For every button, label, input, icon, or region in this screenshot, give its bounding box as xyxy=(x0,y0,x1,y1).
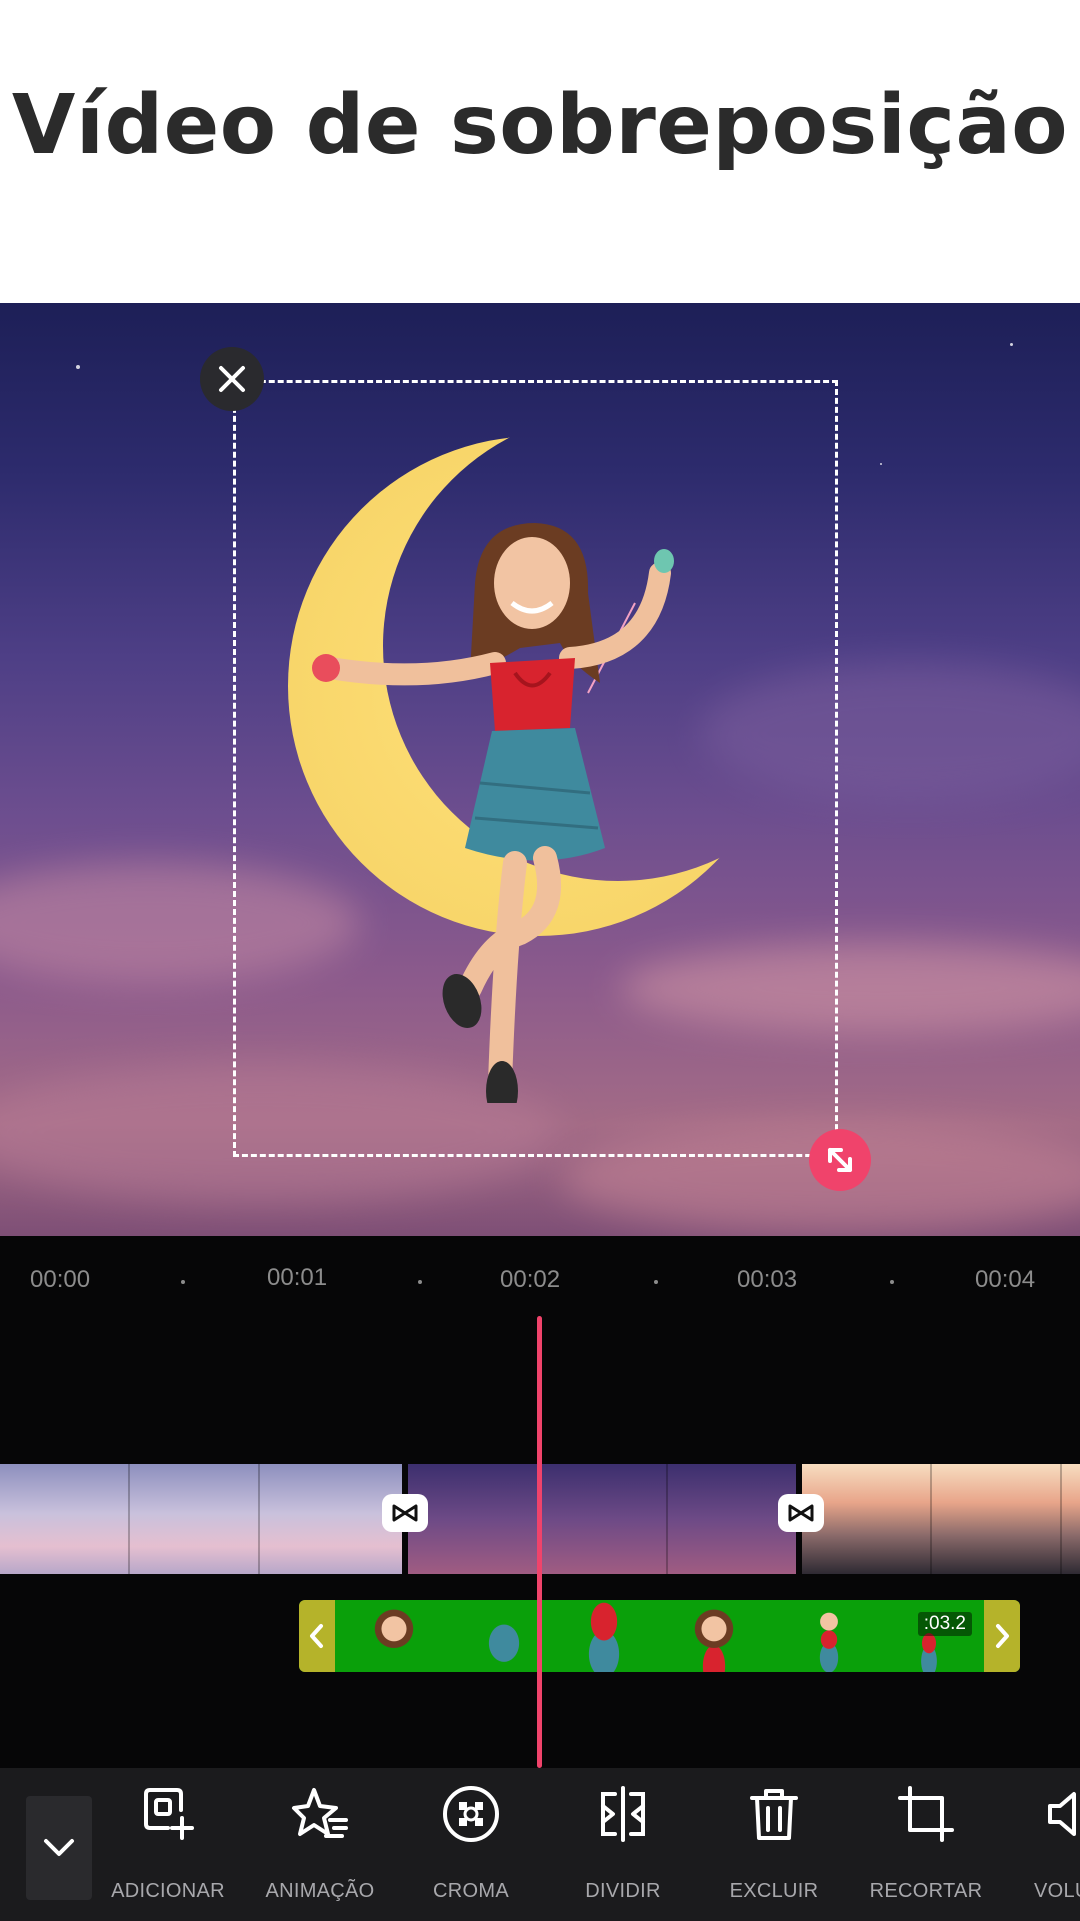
tick-dot xyxy=(654,1280,658,1284)
star xyxy=(76,365,80,369)
overlay-selection-box[interactable] xyxy=(233,380,838,1157)
header: Vídeo de sobreposição xyxy=(0,0,1080,303)
chroma-button[interactable]: CROMA xyxy=(401,1784,541,1914)
frame-divider xyxy=(258,1464,260,1574)
animation-button[interactable]: ANIMAÇÃO xyxy=(250,1784,390,1914)
frame-divider xyxy=(128,1464,130,1574)
split-icon xyxy=(601,1786,645,1842)
tool-label: DIVIDIR xyxy=(585,1880,661,1902)
resize-handle-button[interactable] xyxy=(809,1129,871,1191)
add-overlay-icon xyxy=(144,1788,194,1840)
transition-button[interactable] xyxy=(778,1494,824,1532)
frame-divider xyxy=(930,1464,932,1574)
trim-handle-left[interactable] xyxy=(299,1600,335,1672)
video-clip-sunset[interactable] xyxy=(802,1464,1080,1574)
bottom-toolbar: ADICIONAR ANIMAÇÃO CROMA DIVIDIR EXCLUIR… xyxy=(0,1768,1080,1921)
overlay-video-track[interactable]: :03.2 xyxy=(299,1600,1020,1672)
frame-divider xyxy=(1060,1464,1062,1574)
bowtie-transition-icon xyxy=(392,1504,418,1522)
overlay-thumbnail xyxy=(679,1600,749,1672)
volume-icon xyxy=(1048,1792,1076,1836)
timeline[interactable]: 00:00 00:01 00:02 00:03 00:04:03.2 xyxy=(0,1236,1080,1768)
tool-label: ADICIONAR xyxy=(111,1880,225,1902)
star xyxy=(880,463,882,465)
chroma-icon xyxy=(443,1786,499,1842)
tick-dot xyxy=(181,1280,185,1284)
tool-label: CROMA xyxy=(433,1880,509,1902)
video-preview[interactable] xyxy=(0,303,1080,1236)
crop-icon xyxy=(898,1786,954,1842)
remove-overlay-button[interactable] xyxy=(200,347,264,411)
frame-divider xyxy=(666,1464,668,1574)
collapse-button[interactable] xyxy=(26,1796,92,1900)
chevron-down-icon xyxy=(44,1839,74,1856)
animation-icon xyxy=(292,1788,348,1838)
resize-icon xyxy=(828,1148,852,1172)
chevron-right-icon xyxy=(996,1624,1009,1648)
trim-handle-right[interactable] xyxy=(984,1600,1020,1672)
delete-button[interactable]: EXCLUIR xyxy=(704,1784,844,1914)
split-button[interactable]: DIVIDIR xyxy=(553,1784,693,1914)
add-overlay-button[interactable]: ADICIONAR xyxy=(98,1784,238,1914)
overlay-thumbnail xyxy=(469,1600,539,1672)
playhead[interactable] xyxy=(537,1316,542,1768)
tick-dot xyxy=(890,1280,894,1284)
tick-label: 00:02 xyxy=(500,1266,561,1293)
volume-button[interactable]: VOLU xyxy=(1002,1784,1080,1914)
chevron-left-icon xyxy=(310,1624,323,1648)
overlay-duration-label: :03.2 xyxy=(917,1612,972,1636)
tick-label: 00:01 xyxy=(267,1264,328,1291)
video-clip-clouds[interactable] xyxy=(0,1464,402,1574)
video-clip-sky[interactable] xyxy=(408,1464,796,1574)
tick-dot xyxy=(418,1280,422,1284)
page-title: Vídeo de sobreposição xyxy=(11,78,1069,173)
bowtie-transition-icon xyxy=(788,1504,814,1522)
tool-label: ANIMAÇÃO xyxy=(265,1880,375,1902)
tick-label: 00:00 xyxy=(30,1266,91,1293)
tick-label: 00:03 xyxy=(737,1266,798,1293)
overlay-thumbnail xyxy=(359,1600,429,1672)
tool-label: RECORTAR xyxy=(869,1880,983,1902)
overlay-thumbnail xyxy=(569,1600,639,1672)
tick-label: 00:04 xyxy=(975,1266,1036,1293)
transition-button[interactable] xyxy=(382,1494,428,1532)
crop-button[interactable]: RECORTAR xyxy=(856,1784,996,1914)
delete-icon xyxy=(750,1789,798,1840)
overlay-thumbnail xyxy=(899,1600,959,1672)
tool-label: EXCLUIR xyxy=(729,1880,819,1902)
overlay-thumbnail xyxy=(794,1600,864,1672)
star xyxy=(1010,343,1013,346)
close-icon xyxy=(219,366,245,392)
tool-label: VOLU xyxy=(1034,1880,1080,1902)
time-ruler: 00:00 00:01 00:02 00:03 00:04 xyxy=(0,1264,1080,1306)
